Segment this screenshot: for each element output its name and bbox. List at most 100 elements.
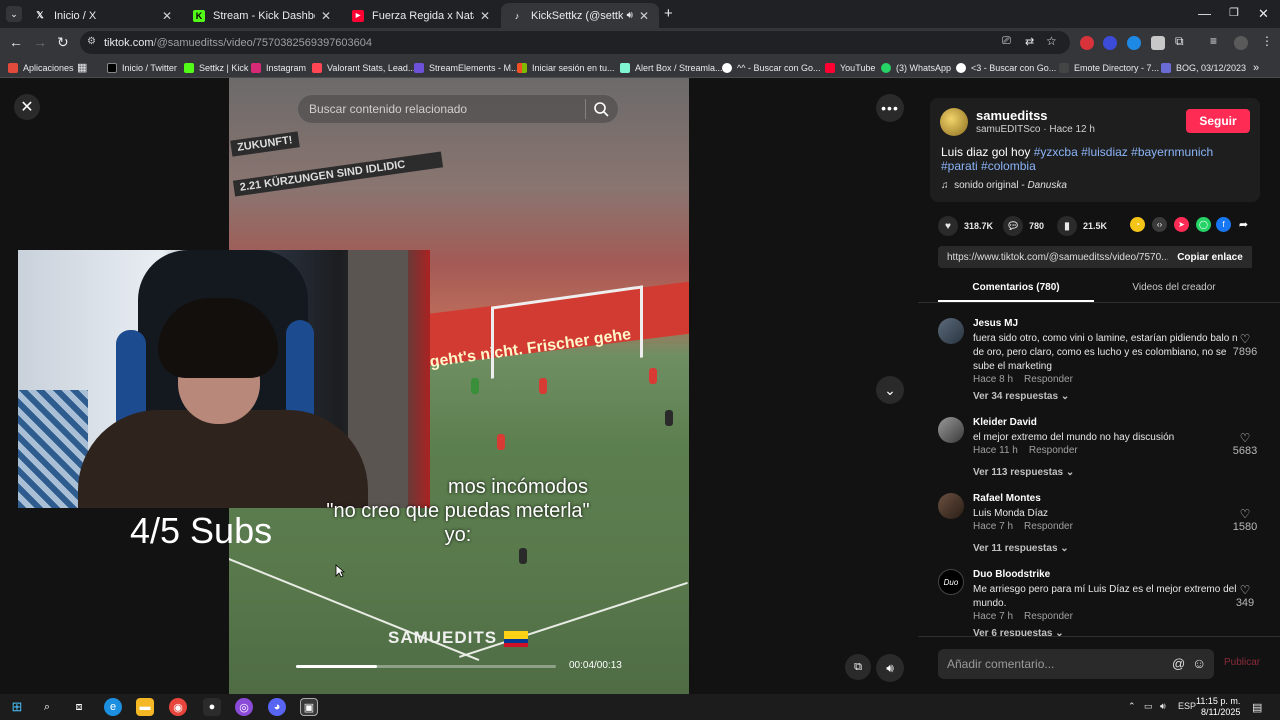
discord-icon[interactable]: ◕ bbox=[268, 698, 286, 716]
emoji-icon[interactable]: ☺ bbox=[1192, 655, 1206, 671]
bookmark-youtube[interactable]: YouTube bbox=[825, 60, 875, 75]
hashtag[interactable]: #yzxcba bbox=[1034, 145, 1078, 159]
comment-like[interactable]: ♡ 7896 bbox=[1230, 332, 1260, 358]
back-button[interactable]: ← bbox=[9, 34, 23, 50]
comment-like[interactable]: ♡ 349 bbox=[1230, 583, 1260, 609]
close-video-button[interactable]: ✕ bbox=[14, 94, 40, 120]
search-icon[interactable]: ⌕ bbox=[38, 698, 56, 716]
comment-like[interactable]: ♡ 5683 bbox=[1230, 431, 1260, 457]
commenter-name[interactable]: Rafael Montes bbox=[973, 493, 1041, 504]
app-purple-icon[interactable]: ◎ bbox=[235, 698, 253, 716]
comment-like[interactable]: ♡ 1580 bbox=[1230, 507, 1260, 533]
commenter-name[interactable]: Duo Bloodstrike bbox=[973, 569, 1050, 580]
tab-youtube-music[interactable]: ▶ Fuerza Regida x Natanael Cano ✕ bbox=[342, 3, 500, 28]
bookmark-valorant[interactable]: Valorant Stats, Lead... bbox=[312, 60, 415, 75]
file-explorer-icon[interactable]: ▬ bbox=[136, 698, 154, 716]
browser-menu-icon[interactable]: ⋮ bbox=[1261, 34, 1273, 48]
site-info-icon[interactable]: ⚙ bbox=[87, 36, 96, 47]
related-search-input[interactable]: Buscar contenido relacionado bbox=[297, 94, 619, 124]
tab-search-button[interactable]: ⌄ bbox=[6, 6, 22, 22]
tab-close-icon[interactable]: ✕ bbox=[321, 9, 331, 23]
bookmark-kick[interactable]: Settkz | Kick bbox=[184, 60, 248, 75]
volume-button[interactable]: 🔊︎ bbox=[876, 654, 904, 682]
like-button[interactable]: ♥ 318.7K bbox=[938, 216, 993, 236]
bookmark-bog[interactable]: BOG, 03/12/2023 bbox=[1161, 60, 1246, 75]
profile-avatar[interactable] bbox=[1234, 36, 1248, 50]
tab-comments[interactable]: Comentarios (780) bbox=[938, 282, 1094, 293]
author-avatar[interactable] bbox=[940, 108, 968, 136]
tab-close-icon[interactable]: ✕ bbox=[639, 9, 649, 23]
grid-icon[interactable]: ▦ bbox=[77, 60, 87, 75]
commenter-avatar[interactable] bbox=[938, 493, 964, 519]
reply-button[interactable]: Responder bbox=[1024, 521, 1073, 532]
hashtag[interactable]: #bayernmunich bbox=[1131, 145, 1213, 159]
system-clock[interactable]: 11:15 p. m. 8/11/2025 bbox=[1196, 696, 1240, 718]
tab-close-icon[interactable]: ✕ bbox=[480, 9, 490, 23]
facebook-icon[interactable]: f bbox=[1216, 217, 1231, 232]
bookmark-alert-box[interactable]: Alert Box / Streamla... bbox=[620, 60, 723, 75]
reply-button[interactable]: Responder bbox=[1029, 445, 1078, 456]
tab-tiktok[interactable]: ♪ KickSettkz (@settkz_kick) | TikTok 🔊︎ … bbox=[501, 3, 659, 28]
comments-button[interactable]: 💬︎ 780 bbox=[1003, 216, 1044, 236]
capcut-icon[interactable]: ▣ bbox=[300, 698, 318, 716]
bookmark-streamelements[interactable]: StreamElements - M... bbox=[414, 60, 519, 75]
bookmarks-overflow-icon[interactable]: » bbox=[1253, 60, 1259, 75]
hashtag[interactable]: #parati bbox=[941, 159, 978, 173]
extension-wave-icon[interactable] bbox=[1103, 36, 1117, 50]
picture-in-picture-button[interactable]: ⧉ bbox=[845, 654, 871, 680]
bookmark-google-search[interactable]: ^^ - Buscar con Go... bbox=[722, 60, 820, 75]
window-close-button[interactable]: ✕ bbox=[1258, 6, 1269, 22]
new-tab-button[interactable]: + bbox=[664, 5, 673, 22]
task-view-icon[interactable]: ⧈ bbox=[70, 698, 88, 716]
publish-button[interactable]: Publicar bbox=[1224, 657, 1260, 668]
tab-inicio-x[interactable]: 𝕏 Inicio / X ✕ bbox=[24, 3, 182, 28]
tab-close-icon[interactable]: ✕ bbox=[162, 9, 172, 23]
cast-icon[interactable]: ⎚ bbox=[1002, 35, 1011, 48]
next-video-button[interactable]: ⌄ bbox=[876, 376, 904, 404]
language-indicator[interactable]: ESP bbox=[1178, 701, 1196, 711]
bookmark-whatsapp[interactable]: (3) WhatsApp bbox=[881, 60, 951, 75]
commenter-avatar[interactable] bbox=[938, 417, 964, 443]
bookmark-apps[interactable]: Aplicaciones bbox=[8, 60, 74, 75]
search-icon[interactable] bbox=[592, 100, 610, 118]
hashtag[interactable]: #colombia bbox=[981, 159, 1036, 173]
bookmark-star-icon[interactable]: ☆ bbox=[1046, 34, 1057, 48]
tab-creator-videos[interactable]: Videos del creador bbox=[1096, 282, 1252, 293]
commenter-name[interactable]: Kleider David bbox=[973, 417, 1037, 428]
author-username[interactable]: samueditss bbox=[976, 108, 1048, 123]
view-replies-button[interactable]: Ver 34 respuestas ⌄ bbox=[973, 391, 1069, 402]
chrome-icon[interactable]: ◉ bbox=[169, 698, 187, 716]
reply-button[interactable]: Responder bbox=[1024, 374, 1073, 385]
bookmark-google-search-2[interactable]: <3 - Buscar con Go... bbox=[956, 60, 1056, 75]
bookmark-iniciar-sesion[interactable]: Iniciar sesión en tu... bbox=[517, 60, 615, 75]
bookmark-emote-directory[interactable]: Emote Directory - 7... bbox=[1059, 60, 1159, 75]
reading-list-icon[interactable]: ≡ bbox=[1210, 34, 1217, 48]
network-icon[interactable]: ▭ bbox=[1144, 701, 1153, 712]
edge-icon[interactable]: e bbox=[104, 698, 122, 716]
send-friend-icon[interactable]: ➤ bbox=[1174, 217, 1189, 232]
obs-icon[interactable]: ● bbox=[203, 698, 221, 716]
tab-kick-dashboard[interactable]: K Stream - Kick Dashboard ✕ bbox=[183, 3, 341, 28]
translate-icon[interactable]: ⇄ bbox=[1025, 35, 1034, 48]
extensions-puzzle-icon[interactable]: ⧉ bbox=[1175, 34, 1184, 49]
volume-icon[interactable]: 🔊︎ bbox=[1160, 701, 1166, 712]
extension-blue-icon[interactable] bbox=[1127, 36, 1141, 50]
speaker-icon[interactable]: 🔊︎ bbox=[627, 10, 633, 21]
more-options-button[interactable]: ••• bbox=[876, 94, 904, 122]
bookmark-twitter[interactable]: Inicio / Twitter bbox=[107, 60, 177, 75]
extension-shield-icon[interactable] bbox=[1151, 36, 1165, 50]
bookmark-instagram[interactable]: Instagram bbox=[251, 60, 306, 75]
sound-link[interactable]: ♫ sonido original - Danuska bbox=[941, 180, 1067, 191]
hashtag[interactable]: #luisdiaz bbox=[1081, 145, 1128, 159]
view-replies-button[interactable]: Ver 11 respuestas ⌄ bbox=[973, 543, 1069, 554]
extension-red-icon[interactable] bbox=[1080, 36, 1094, 50]
save-button[interactable]: ▮ 21.5K bbox=[1057, 216, 1107, 236]
show-hidden-icons[interactable]: ⌃ bbox=[1128, 701, 1136, 712]
share-arrow-icon[interactable]: ➦ bbox=[1236, 217, 1251, 232]
reply-button[interactable]: Responder bbox=[1024, 611, 1073, 622]
restore-button[interactable]: ❐ bbox=[1229, 6, 1239, 19]
follow-button[interactable]: Seguir bbox=[1186, 109, 1250, 133]
commenter-avatar[interactable] bbox=[938, 318, 964, 344]
whatsapp-icon[interactable]: ◯ bbox=[1196, 217, 1211, 232]
embed-icon[interactable]: ‹› bbox=[1152, 217, 1167, 232]
